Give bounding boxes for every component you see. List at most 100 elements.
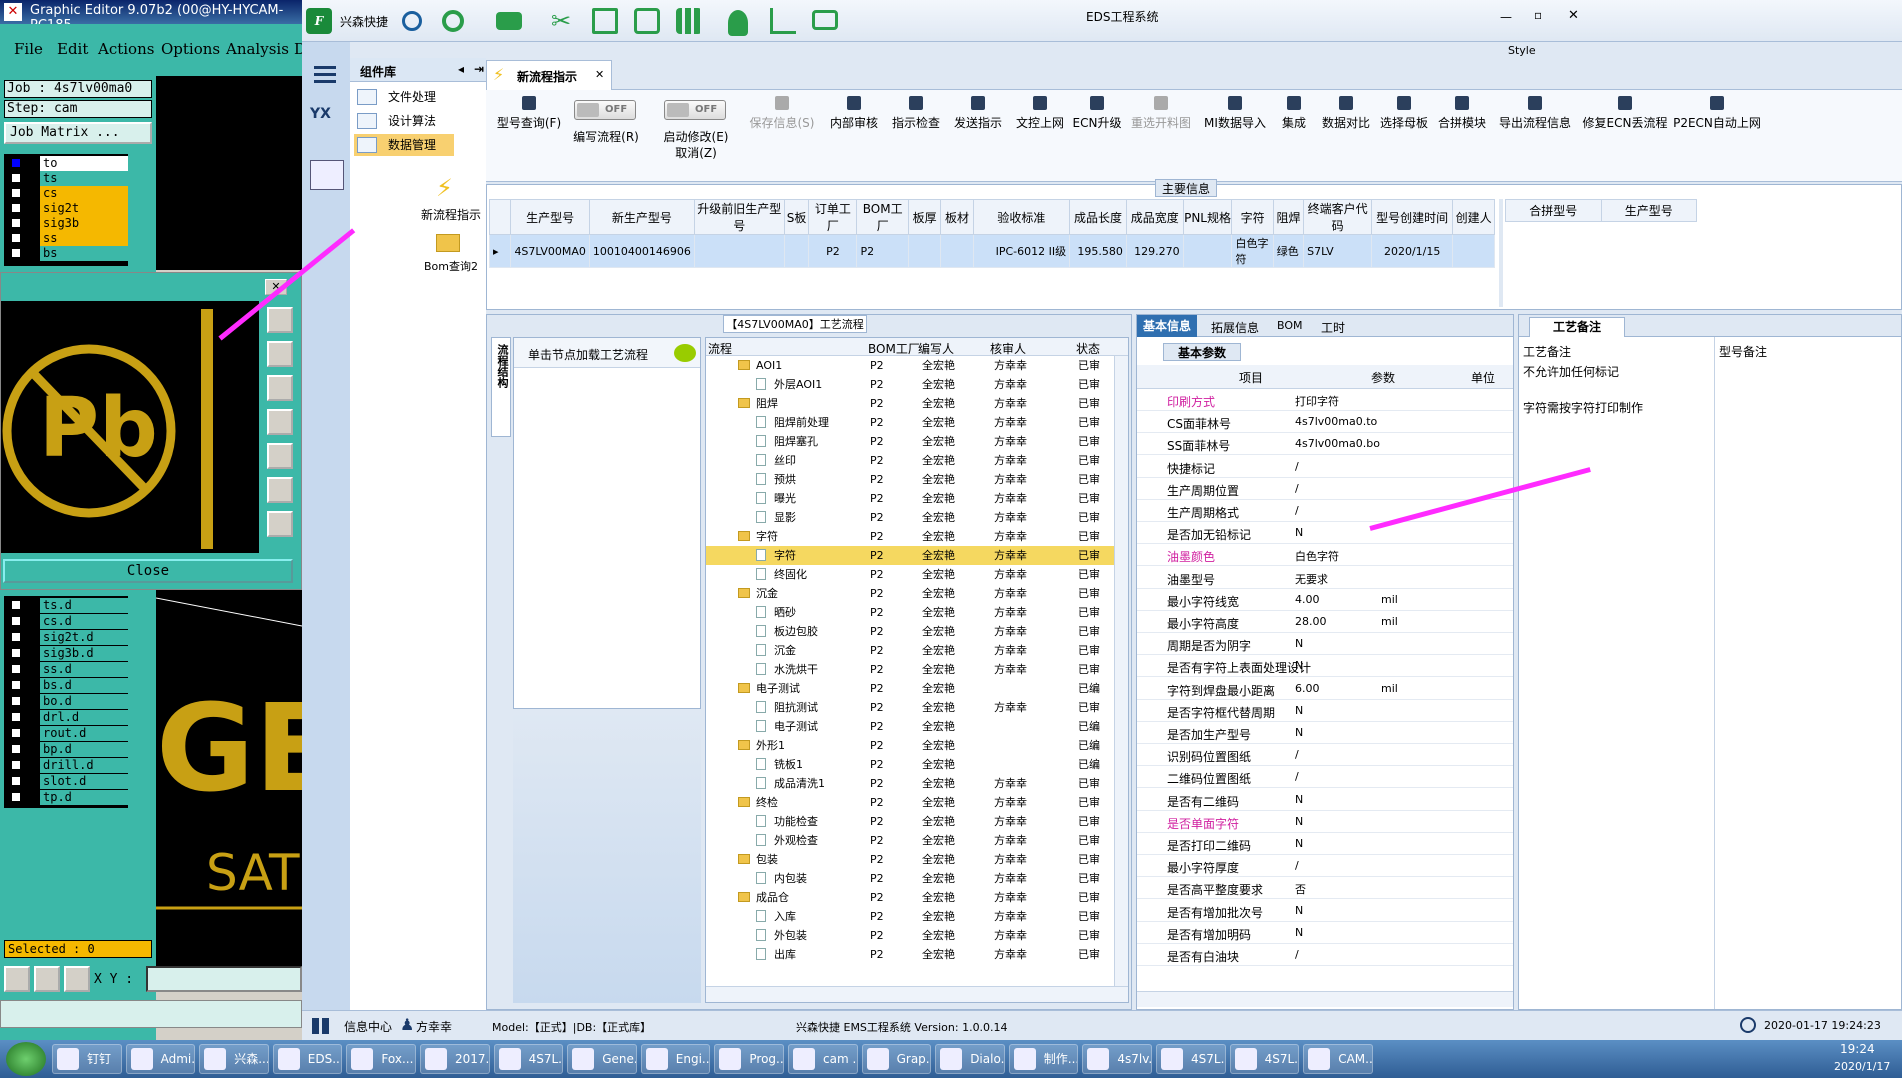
data-compare-button[interactable]: 数据对比 bbox=[1318, 96, 1374, 131]
layer-row[interactable]: bp.d bbox=[10, 742, 128, 757]
taskbar-item[interactable]: CAM... bbox=[1303, 1044, 1373, 1074]
param-value[interactable]: / bbox=[1295, 859, 1299, 872]
layer-row[interactable]: sig3b bbox=[10, 216, 128, 231]
tab-process-note[interactable]: 工艺备注 bbox=[1529, 317, 1625, 337]
menu-analysis[interactable]: Analysis bbox=[226, 40, 289, 58]
taskbar-item[interactable]: Prog... bbox=[714, 1044, 784, 1074]
tree-row[interactable]: 终固化 P2 全宏艳 方幸幸 已审 bbox=[706, 565, 1126, 584]
nav-item-file[interactable]: 文件处理 bbox=[354, 86, 454, 108]
tree-row[interactable]: 阻焊 P2 全宏艳 方幸幸 已审 bbox=[706, 394, 1126, 413]
pan-down-icon[interactable] bbox=[267, 375, 293, 401]
table-row[interactable]: ▸ 4S7LV00MA0 10010400146906 P2 P2 IPC-60… bbox=[488, 234, 1495, 268]
param-value[interactable]: 否 bbox=[1295, 881, 1306, 897]
tree-row[interactable]: 字符 P2 全宏艳 方幸幸 已审 bbox=[706, 527, 1126, 546]
layer-row[interactable]: sig2t.d bbox=[10, 630, 128, 645]
copy-icon[interactable] bbox=[634, 8, 660, 34]
pin-icon[interactable]: ⇥ bbox=[474, 62, 484, 76]
tree-row[interactable]: 电子测试 P2 全宏艳 已编 bbox=[706, 717, 1126, 736]
param-value[interactable]: 6.00 bbox=[1295, 682, 1320, 695]
col-header[interactable]: 订单工厂 bbox=[808, 199, 858, 235]
layer-row[interactable]: ss.d bbox=[10, 662, 128, 677]
col-header[interactable]: 升级前旧生产型号 bbox=[693, 199, 785, 235]
col-header[interactable]: 状态 bbox=[1076, 340, 1100, 357]
info-center-link[interactable]: 信息中心 bbox=[344, 1018, 392, 1035]
col-header[interactable]: 项目 bbox=[1239, 369, 1263, 386]
param-value[interactable]: / bbox=[1295, 770, 1299, 783]
model-query-button[interactable]: 型号查询(F) bbox=[494, 96, 564, 131]
taskbar-item[interactable]: 兴森... bbox=[199, 1044, 269, 1074]
taskbar-item[interactable]: 4S7L... bbox=[493, 1044, 564, 1074]
param-row[interactable]: 是否有增加明码 N bbox=[1137, 922, 1513, 944]
chart-icon[interactable] bbox=[770, 8, 796, 34]
param-row[interactable]: 油墨颜色 白色字符 bbox=[1137, 544, 1513, 567]
layer-row[interactable]: drill.d bbox=[10, 758, 128, 773]
pan-left-icon[interactable] bbox=[267, 409, 293, 435]
zoom-fit-icon[interactable] bbox=[267, 307, 293, 333]
layer-row[interactable]: cs.d bbox=[10, 614, 128, 629]
film-icon[interactable] bbox=[592, 8, 618, 34]
taskbar-item[interactable]: Grap... bbox=[861, 1044, 932, 1074]
param-value[interactable]: / bbox=[1295, 482, 1299, 495]
layer-row[interactable]: tp.d bbox=[10, 790, 128, 805]
col-header[interactable]: 板厚 bbox=[907, 199, 942, 235]
taskbar-item[interactable]: 4S7L... bbox=[1229, 1044, 1300, 1074]
nav-item-algorithm[interactable]: 设计算法 bbox=[354, 110, 454, 132]
layer-row[interactable]: bs.d bbox=[10, 678, 128, 693]
col-header[interactable]: 核审人 bbox=[990, 340, 1026, 357]
param-row[interactable]: 是否高平整度要求 否 bbox=[1137, 877, 1513, 900]
xy-input[interactable] bbox=[146, 966, 302, 992]
tree-row[interactable]: 外观检查 P2 全宏艳 方幸幸 已审 bbox=[706, 831, 1126, 850]
minimize-icon[interactable]: — bbox=[1500, 10, 1512, 24]
param-value[interactable]: 28.00 bbox=[1295, 615, 1327, 628]
param-row[interactable]: 识别码位置图纸 / bbox=[1137, 744, 1513, 767]
param-value[interactable]: 无要求 bbox=[1295, 571, 1328, 587]
param-value[interactable]: N bbox=[1295, 526, 1303, 539]
p2ecn-online-button[interactable]: P2ECN自动上网 bbox=[1672, 96, 1762, 131]
param-value[interactable]: N bbox=[1295, 793, 1303, 806]
snap-icon[interactable] bbox=[34, 966, 60, 992]
apps-icon[interactable] bbox=[676, 8, 702, 34]
tree-row[interactable]: 内包装 P2 全宏艳 方幸幸 已审 bbox=[706, 869, 1126, 888]
param-value[interactable]: 4s7lv00ma0.to bbox=[1295, 415, 1377, 428]
internal-review-button[interactable]: 内部审核 bbox=[824, 96, 884, 131]
layer-row[interactable]: drl.d bbox=[10, 710, 128, 725]
layer-row[interactable]: ss bbox=[10, 231, 128, 246]
col-header[interactable]: 参数 bbox=[1371, 369, 1395, 386]
param-row[interactable]: 是否字符框代替周期 N bbox=[1137, 700, 1513, 722]
tree-row[interactable]: 字符 P2 全宏艳 方幸幸 已审 bbox=[706, 546, 1126, 565]
write-process-toggle[interactable]: OFF bbox=[574, 100, 636, 120]
mi-import-button[interactable]: MI数据导入 bbox=[1198, 96, 1272, 131]
folder-icon[interactable] bbox=[436, 234, 460, 252]
integrate-button[interactable]: 集成 bbox=[1272, 96, 1316, 131]
export-process-button[interactable]: 导出流程信息 bbox=[1492, 96, 1578, 131]
tree-row[interactable]: 功能检查 P2 全宏艳 方幸幸 已审 bbox=[706, 812, 1126, 831]
col-header[interactable]: 字符 bbox=[1231, 199, 1274, 235]
param-row[interactable]: SS面菲林号 4s7lv00ma0.bo bbox=[1137, 433, 1513, 456]
param-row[interactable]: 印刷方式 打印字符 bbox=[1137, 389, 1513, 411]
param-row[interactable]: 周期是否为阴字 N bbox=[1137, 633, 1513, 656]
param-row[interactable]: 是否有字符上表面处理设计 N bbox=[1137, 655, 1513, 678]
param-value[interactable]: 白色字符 bbox=[1295, 548, 1339, 564]
layer-row[interactable]: sig3b.d bbox=[10, 646, 128, 661]
bom-query-tool[interactable]: Bom查询2 bbox=[416, 258, 486, 274]
param-value[interactable]: N bbox=[1295, 815, 1303, 828]
taskbar-item[interactable]: Admi... bbox=[125, 1044, 196, 1074]
col-header[interactable]: PNL规格 bbox=[1182, 199, 1233, 235]
col-header[interactable]: BOM工厂 bbox=[856, 199, 909, 235]
tree-row[interactable]: 外形1 P2 全宏艳 已编 bbox=[706, 736, 1126, 755]
taskbar-item[interactable]: Dialo... bbox=[935, 1044, 1005, 1074]
tree-row[interactable]: 水洗烘干 P2 全宏艳 方幸幸 已审 bbox=[706, 660, 1126, 679]
param-row[interactable]: 快捷标记 / bbox=[1137, 456, 1513, 478]
param-row[interactable]: 是否单面字符 N bbox=[1137, 811, 1513, 833]
tab-close-icon[interactable]: ✕ bbox=[595, 68, 604, 81]
layer-row[interactable]: bo.d bbox=[10, 694, 128, 709]
instruction-check-button[interactable]: 指示检查 bbox=[886, 96, 946, 131]
col-header[interactable]: 生产型号 bbox=[510, 199, 590, 235]
tree-row[interactable]: 出库 P2 全宏艳 方幸幸 已审 bbox=[706, 945, 1126, 964]
layer-row[interactable]: rout.d bbox=[10, 726, 128, 741]
repair-ecn-button[interactable]: 修复ECN丢流程 bbox=[1580, 96, 1670, 131]
tree-row[interactable]: 板边包胶 P2 全宏艳 方幸幸 已审 bbox=[706, 622, 1126, 641]
process-structure-tab[interactable]: 流程结构 bbox=[491, 337, 511, 437]
param-row[interactable]: 是否有白油块 / bbox=[1137, 944, 1513, 966]
ecn-upgrade-button[interactable]: ECN升级 bbox=[1070, 96, 1124, 131]
